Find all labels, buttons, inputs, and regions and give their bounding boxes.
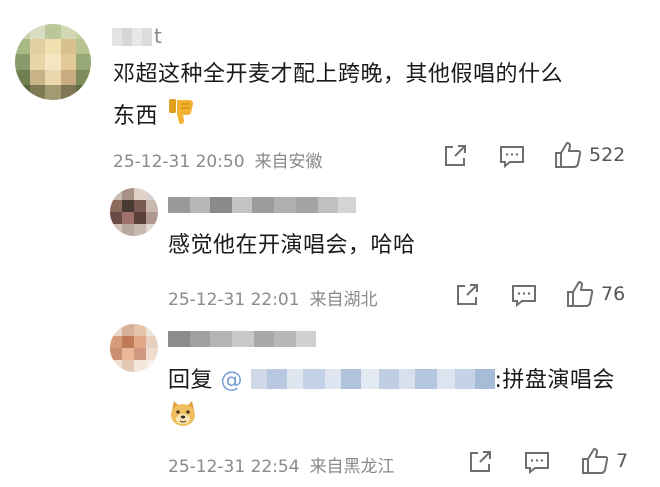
comment-meta: 25-12-31 22:54 来自黑龙江 [168,452,395,477]
username-blurred[interactable] [168,331,316,347]
user-avatar[interactable] [110,324,158,372]
like-count: 7 [616,450,629,472]
comment-date: 25-12-31 22:54 [168,457,300,477]
comment-date: 25-12-31 20:50 [113,152,245,172]
user-avatar[interactable] [110,188,158,236]
username-blurred[interactable] [168,197,356,213]
share-icon [457,284,478,305]
comment-text-line2: 东西 [113,96,196,138]
share-button[interactable] [466,448,494,476]
comment-text: 感觉他在开演唱会，哈哈 [168,233,416,258]
comment-meta: 25-12-31 20:50 来自安徽 [113,147,323,172]
comment-text-line1: 邓超这种全开麦才配上跨晚，其他假唱的什么 [113,62,564,87]
comment-icon [500,146,524,169]
like-count: 522 [589,144,626,166]
like-button[interactable]: 7 [580,446,628,476]
comment-icon [512,285,536,308]
username-suffix[interactable]: t [154,24,162,48]
comment-location: 来自黑龙江 [309,457,395,477]
username-blurred[interactable] [112,28,152,46]
doge-emoji-icon [168,398,198,432]
user-avatar[interactable] [15,24,91,100]
like-icon [582,447,609,474]
comment-button[interactable] [510,281,538,309]
like-icon [567,280,594,307]
share-icon [445,145,466,166]
like-button[interactable]: 522 [553,140,625,170]
reply-prefix: 回复 [168,368,214,393]
like-icon [555,141,582,168]
share-button[interactable] [441,142,469,170]
reply-text: 回复 @ :拼盘演唱会 [168,363,615,399]
reply-content: :拼盘演唱会 [494,368,615,393]
share-icon [470,451,491,472]
comment-icon [525,452,549,475]
comment-button[interactable] [498,142,526,170]
comment-meta: 25-12-31 22:01 来自湖北 [168,285,378,310]
reply-mention-at[interactable]: @ [221,368,244,393]
comment-date: 25-12-31 22:01 [168,290,300,310]
reply-mention-blurred[interactable] [250,369,495,389]
comment-location: 来自湖北 [309,290,378,310]
like-button[interactable]: 76 [565,279,625,309]
comment-location: 来自安徽 [254,152,323,172]
thumbs-down-emoji-icon [166,96,196,138]
comment-button[interactable] [523,448,551,476]
share-button[interactable] [453,281,481,309]
like-count: 76 [601,283,626,305]
comment-text-line2-label: 东西 [113,104,159,129]
